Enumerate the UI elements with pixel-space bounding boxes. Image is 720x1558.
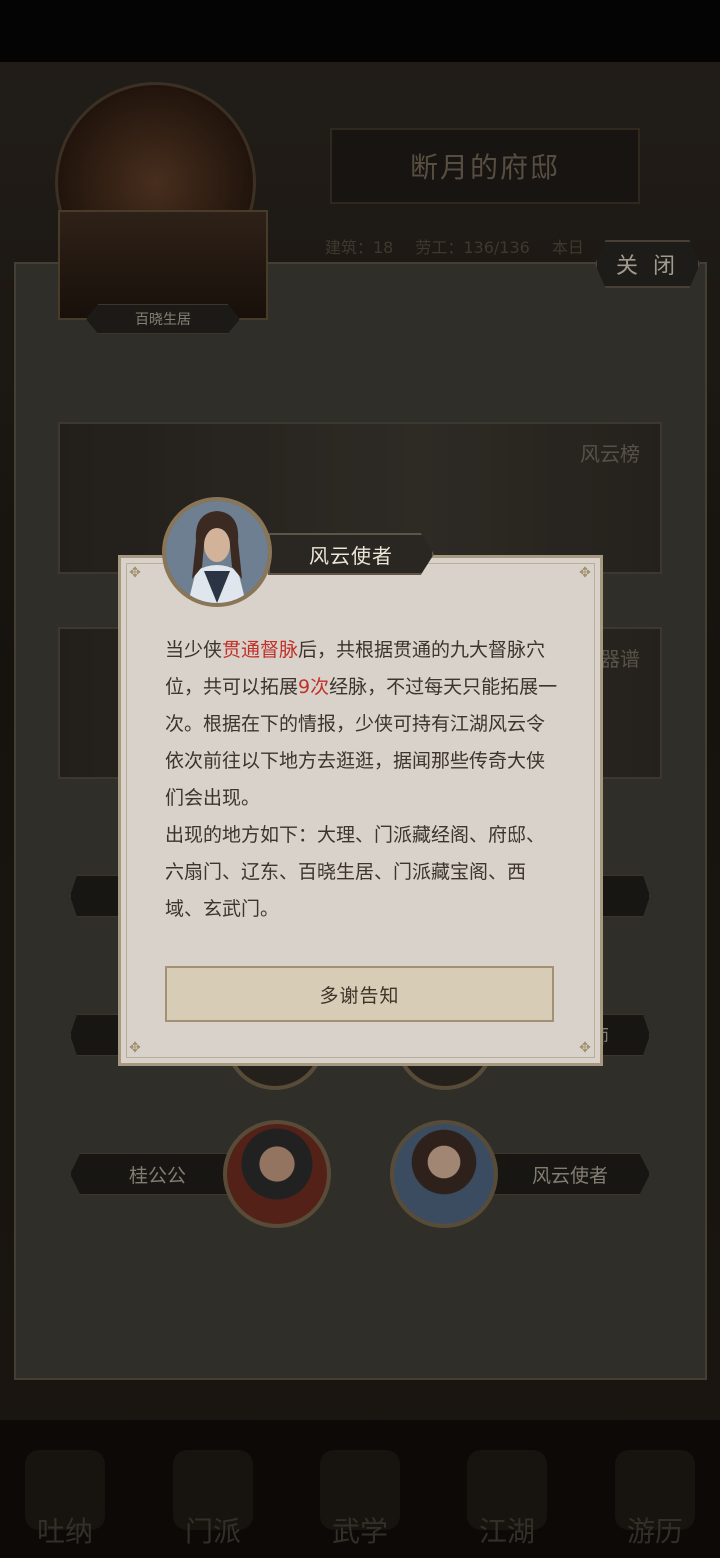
tab-wuxue-label: 武学	[331, 1515, 388, 1548]
location-thumbnail[interactable]	[58, 210, 268, 320]
tab-youli[interactable]: 游历	[600, 1440, 710, 1550]
stat-buildings: 建筑：18	[325, 238, 394, 257]
mansion-stats: 建筑：18 劳工：136/136 本日	[325, 234, 625, 258]
envoy-portrait-icon	[166, 501, 268, 603]
location-thumbnail-label: 百晓生居	[86, 304, 240, 334]
npc-gui-gonggong[interactable]: 桂公公	[70, 1153, 245, 1195]
banner-weapons-label: 器谱	[600, 647, 640, 671]
dialog-highlight-1: 贯通督脉	[222, 639, 299, 661]
npc-gui-gonggong-portrait[interactable]	[223, 1120, 331, 1228]
corner-ornament-icon: ✥	[579, 1040, 591, 1056]
mansion-title: 断月的府邸	[330, 128, 640, 204]
npc-fengyun-envoy-portrait[interactable]	[390, 1120, 498, 1228]
corner-ornament-icon: ✥	[579, 565, 591, 581]
dialog-highlight-2: 9次	[298, 676, 330, 698]
dialog-speaker-portrait	[162, 497, 272, 607]
dialog-paragraph-1: 当少侠贯通督脉后，共根据贯通的九大督脉穴位，共可以拓展9次经脉，不过每天只能拓展…	[165, 632, 560, 817]
status-bar	[0, 0, 720, 62]
dialog-message: 当少侠贯通督脉后，共根据贯通的九大督脉穴位，共可以拓展9次经脉，不过每天只能拓展…	[165, 632, 560, 928]
corner-ornament-icon: ✥	[129, 1040, 141, 1056]
dialog-paragraph-2: 出现的地方如下：大理、门派藏经阁、府邸、六扇门、辽东、百晓生居、门派藏宝阁、西域…	[165, 824, 546, 920]
tab-tuna-label: 吐纳	[36, 1515, 93, 1548]
npc-gui-gonggong-label: 桂公公	[128, 1164, 186, 1187]
tab-jianghu-label: 江湖	[478, 1515, 535, 1548]
stat-today: 本日	[551, 238, 584, 257]
tab-jianghu[interactable]: 江湖	[452, 1440, 562, 1550]
tab-wuxue[interactable]: 武学	[305, 1440, 415, 1550]
npc-fengyun-envoy-label: 风云使者	[531, 1164, 608, 1187]
tab-youli-label: 游历	[626, 1515, 683, 1548]
close-button[interactable]: 关 闭	[595, 240, 700, 288]
banner-rankings-label: 风云榜	[580, 442, 640, 466]
dialog-speaker-name: 风云使者	[268, 533, 434, 575]
acknowledge-button[interactable]: 多谢告知	[165, 966, 554, 1022]
tab-tuna[interactable]: 吐纳	[10, 1440, 120, 1550]
tab-menpai-label: 门派	[184, 1515, 241, 1548]
dialog-text-segment: 当少侠	[165, 639, 223, 661]
stat-workers: 劳工：136/136	[415, 238, 530, 257]
corner-ornament-icon: ✥	[129, 565, 141, 581]
tab-menpai[interactable]: 门派	[158, 1440, 268, 1550]
